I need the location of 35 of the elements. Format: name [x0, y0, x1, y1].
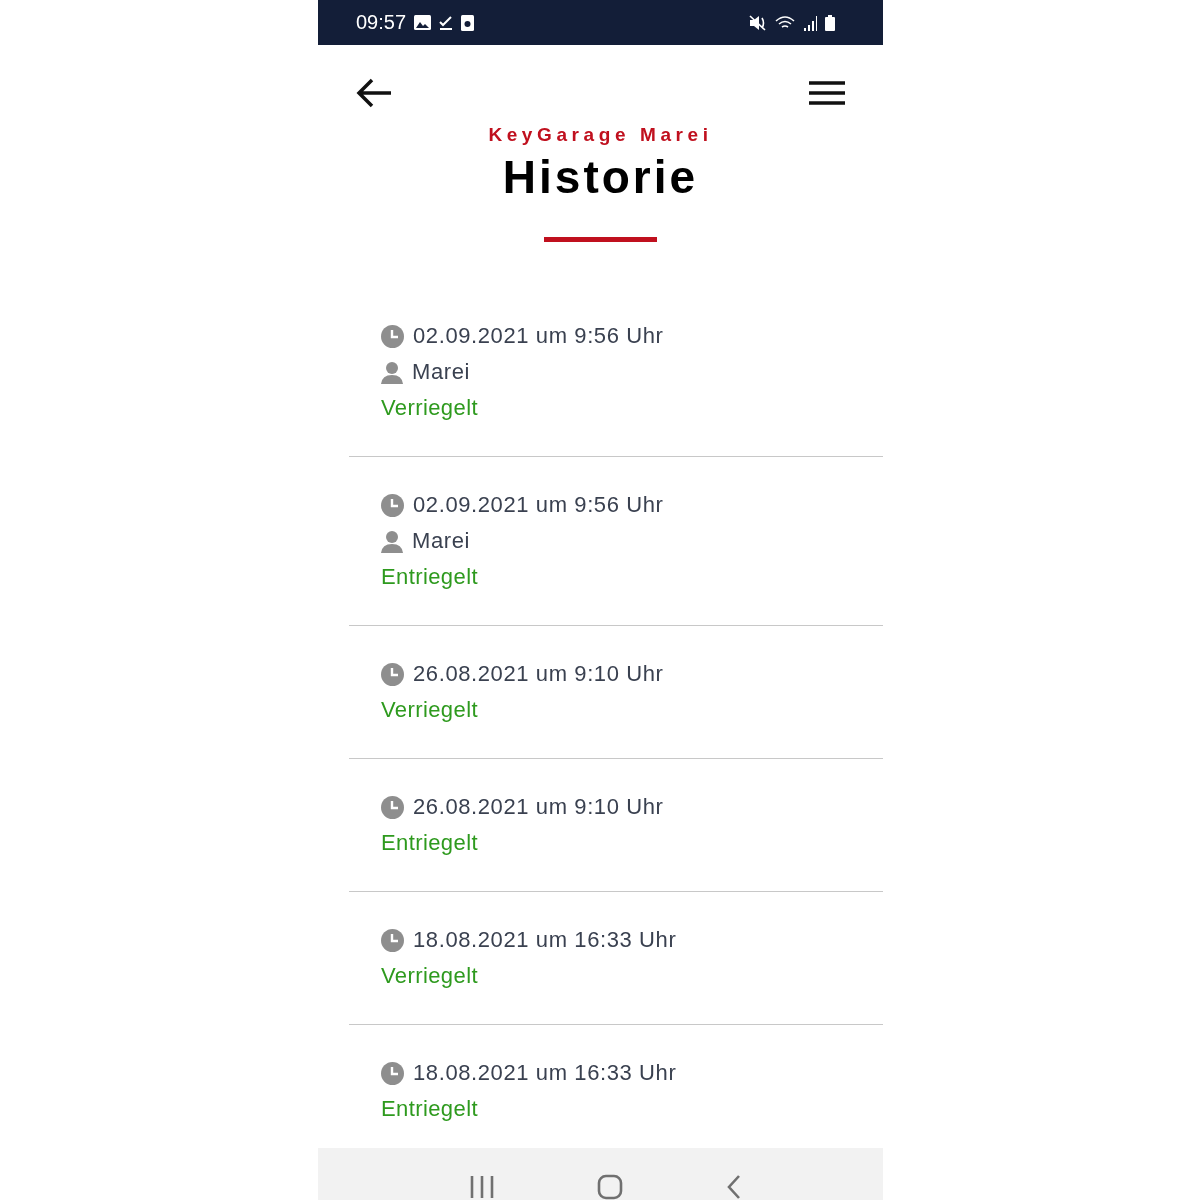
clock-icon	[381, 928, 404, 952]
mute-icon	[749, 14, 767, 31]
entry-time: 02.09.2021 um 9:56 Uhr	[413, 492, 664, 518]
entry-status: Entriegelt	[381, 830, 478, 856]
entry-user: Marei	[412, 359, 470, 385]
image-icon	[414, 15, 432, 30]
entry-time: 26.08.2021 um 9:10 Uhr	[413, 661, 664, 687]
entry-status: Entriegelt	[381, 564, 478, 590]
entry-status: Entriegelt	[381, 1096, 478, 1122]
back-nav-button[interactable]	[725, 1174, 742, 1200]
wifi-icon	[775, 14, 795, 31]
entry-time: 18.08.2021 um 16:33 Uhr	[413, 1060, 677, 1086]
entry-user: Marei	[412, 528, 470, 554]
clock-icon	[381, 324, 404, 348]
check-icon	[439, 15, 454, 30]
recent-apps-button[interactable]	[469, 1174, 494, 1200]
entry-status: Verriegelt	[381, 395, 478, 421]
signal-icon	[803, 14, 817, 31]
home-button[interactable]	[596, 1174, 623, 1200]
battery-icon	[825, 14, 835, 31]
user-icon	[381, 529, 403, 553]
clock-icon	[381, 493, 404, 517]
entry-time: 02.09.2021 um 9:56 Uhr	[413, 323, 664, 349]
status-time: 09:57	[356, 11, 407, 34]
entry-time: 18.08.2021 um 16:33 Uhr	[413, 927, 677, 953]
entry-time: 26.08.2021 um 9:10 Uhr	[413, 794, 664, 820]
entry-status: Verriegelt	[381, 697, 478, 723]
garage-name: KeyGarage Marei	[488, 124, 713, 146]
clock-icon	[381, 795, 404, 819]
entry-status: Verriegelt	[381, 963, 478, 989]
clock-icon	[381, 1061, 404, 1085]
user-icon	[381, 360, 403, 384]
page-title: Historie	[502, 150, 699, 204]
speaker-icon	[461, 14, 475, 31]
clock-icon	[381, 662, 404, 686]
